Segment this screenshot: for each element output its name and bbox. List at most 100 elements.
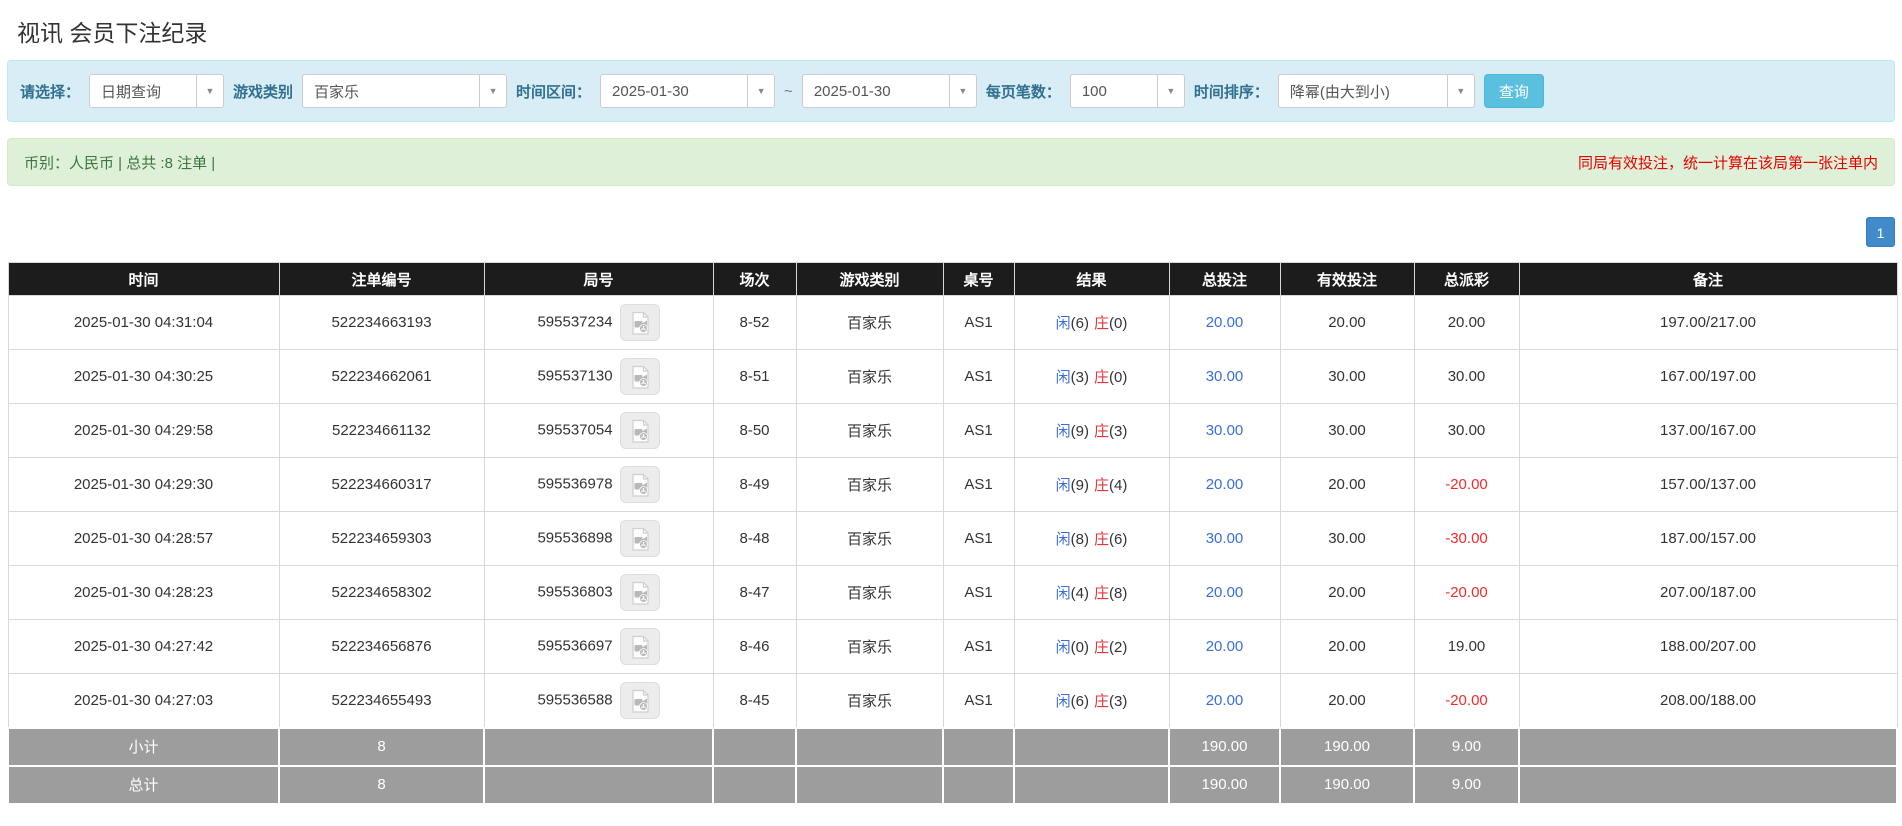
cell-bet-id: 522234659303 xyxy=(278,511,485,566)
total-bet-link[interactable]: 20.00 xyxy=(1206,638,1244,655)
result-player: 闲 xyxy=(1055,531,1071,548)
result-player: 闲 xyxy=(1055,477,1071,494)
cell-remark: 157.00/137.00 xyxy=(1518,457,1898,512)
cell-result: 闲(4) 庄(8) xyxy=(1013,565,1170,620)
video-replay-button[interactable] xyxy=(619,358,660,395)
table-row: 2025-01-30 04:30:25 522234662061 5955371… xyxy=(7,349,1898,404)
round-id: 595537054 xyxy=(537,421,613,439)
cell-total-bet: 20.00 xyxy=(1168,295,1281,350)
round-id: 595536588 xyxy=(537,691,613,709)
cell-time: 2025-01-30 04:28:23 xyxy=(7,565,280,620)
video-replay-button[interactable] xyxy=(619,628,660,665)
round-id: 595536803 xyxy=(537,583,613,601)
table-row: 2025-01-30 04:27:03 522234655493 5955365… xyxy=(7,673,1898,728)
video-replay-button[interactable] xyxy=(619,466,660,503)
video-file-icon xyxy=(631,635,649,659)
game-type-value: 百家乐 xyxy=(314,83,360,101)
cell-bet-id: 522234660317 xyxy=(278,457,485,512)
cell-time: 2025-01-30 04:28:57 xyxy=(7,511,280,566)
chevron-down-icon: ▼ xyxy=(196,75,223,107)
cell-total-bet: 20.00 xyxy=(1168,619,1281,674)
cell-session: 8-48 xyxy=(712,511,797,566)
video-replay-button[interactable] xyxy=(619,412,660,449)
cell-round-id: 595537054 xyxy=(483,403,714,458)
cell-bet-id: 522234656876 xyxy=(278,619,485,674)
cell-total-bet: 20.00 xyxy=(1168,457,1281,512)
query-type-select[interactable]: 日期查询 ▼ xyxy=(89,74,225,108)
page-title: 视讯 会员下注纪录 xyxy=(17,20,208,46)
video-file-icon xyxy=(631,473,649,497)
cell-round-id: 595536898 xyxy=(483,511,714,566)
result-banker-score: (3) xyxy=(1109,692,1128,710)
sort-value: 降幂(由大到小) xyxy=(1289,83,1390,101)
date-to-value: 2025-01-30 xyxy=(813,82,891,100)
result-player-score: (4) xyxy=(1070,585,1089,602)
total-bet-link[interactable]: 30.00 xyxy=(1206,530,1244,547)
cell-table-no: AS1 xyxy=(942,511,1015,566)
result-player: 闲 xyxy=(1055,423,1071,440)
total-bet-link[interactable]: 20.00 xyxy=(1206,476,1244,493)
column-header-10: 备注 xyxy=(1518,262,1898,296)
video-replay-button[interactable] xyxy=(619,574,660,611)
page-button-1[interactable]: 1 xyxy=(1866,217,1895,247)
cell-game-type: 百家乐 xyxy=(795,403,944,458)
video-replay-button[interactable] xyxy=(619,681,660,719)
per-page-select[interactable]: 100 ▼ xyxy=(1069,74,1185,108)
per-page-label: 每页笔数： xyxy=(985,83,1061,101)
cell-result: 闲(9) 庄(3) xyxy=(1013,403,1170,458)
result-player-score: (6) xyxy=(1070,315,1089,332)
cell-payout: -20.00 xyxy=(1413,673,1520,728)
cell-valid-bet: 20.00 xyxy=(1279,295,1415,350)
video-replay-button[interactable] xyxy=(619,304,660,341)
cell-time: 2025-01-30 04:29:58 xyxy=(7,403,280,458)
cell-game-type: 百家乐 xyxy=(795,349,944,404)
sort-label: 时间排序： xyxy=(1193,83,1269,101)
video-file-icon xyxy=(631,311,649,335)
total-bet-link[interactable]: 20.00 xyxy=(1206,314,1244,331)
round-id: 595536978 xyxy=(537,475,613,493)
cell-total-bet: 20.00 xyxy=(1168,565,1281,620)
cell-valid-bet: 20.00 xyxy=(1279,457,1415,512)
column-header-0: 时间 xyxy=(7,262,280,296)
video-replay-button[interactable] xyxy=(619,520,660,557)
cell-session: 8-46 xyxy=(712,619,797,674)
cell-payout: 30.00 xyxy=(1413,403,1520,458)
cell-total-bet: 30.00 xyxy=(1168,511,1281,566)
cell-result: 闲(8) 庄(6) xyxy=(1013,511,1170,566)
chevron-down-icon: ▼ xyxy=(747,75,774,107)
currency-summary: 币别：人民币 | 总共 :8 注单 | xyxy=(24,154,216,172)
table-row: 2025-01-30 04:29:30 522234660317 5955369… xyxy=(7,457,1898,512)
cell-time: 2025-01-30 04:30:25 xyxy=(7,349,280,404)
total-row: 总计 8 190.00 190.00 9.00 xyxy=(7,764,1898,805)
cell-valid-bet: 30.00 xyxy=(1279,349,1415,404)
result-player-score: (9) xyxy=(1070,423,1089,440)
total-bet-link[interactable]: 30.00 xyxy=(1206,368,1244,385)
query-type-label: 请选择： xyxy=(20,83,81,101)
result-banker-score: (6) xyxy=(1109,531,1128,548)
result-player: 闲 xyxy=(1055,692,1071,710)
cell-game-type: 百家乐 xyxy=(795,511,944,566)
result-player-score: (9) xyxy=(1070,477,1089,494)
column-header-7: 总投注 xyxy=(1168,262,1281,296)
total-bet-link[interactable]: 30.00 xyxy=(1206,422,1244,439)
total-bet-link[interactable]: 20.00 xyxy=(1206,692,1244,709)
cell-remark: 207.00/187.00 xyxy=(1518,565,1898,620)
result-banker: 庄 xyxy=(1094,585,1110,602)
date-to-select[interactable]: 2025-01-30 ▼ xyxy=(801,74,977,108)
game-type-select[interactable]: 百家乐 ▼ xyxy=(302,74,508,108)
page: 视讯 会员下注纪录 请选择： 日期查询 ▼ 游戏类别 百家乐 ▼ 时间区间： 2… xyxy=(0,14,1902,805)
cell-valid-bet: 20.00 xyxy=(1279,565,1415,620)
cell-table-no: AS1 xyxy=(942,673,1015,728)
cell-round-id: 595536697 xyxy=(483,619,714,674)
cell-game-type: 百家乐 xyxy=(795,565,944,620)
sort-select[interactable]: 降幂(由大到小) ▼ xyxy=(1277,74,1475,108)
valid-bet-notice: 同局有效投注，统一计算在该局第一张注单内 xyxy=(1577,154,1878,172)
summary-bar: 币别：人民币 | 总共 :8 注单 | 同局有效投注，统一计算在该局第一张注单内 xyxy=(7,138,1895,186)
search-button[interactable]: 查询 xyxy=(1483,74,1544,108)
cell-bet-id: 522234655493 xyxy=(278,673,485,728)
result-player-score: (3) xyxy=(1070,369,1089,386)
cell-time: 2025-01-30 04:27:42 xyxy=(7,619,280,674)
date-from-select[interactable]: 2025-01-30 ▼ xyxy=(600,74,776,108)
cell-remark: 208.00/188.00 xyxy=(1518,673,1898,728)
total-bet-link[interactable]: 20.00 xyxy=(1206,584,1244,601)
